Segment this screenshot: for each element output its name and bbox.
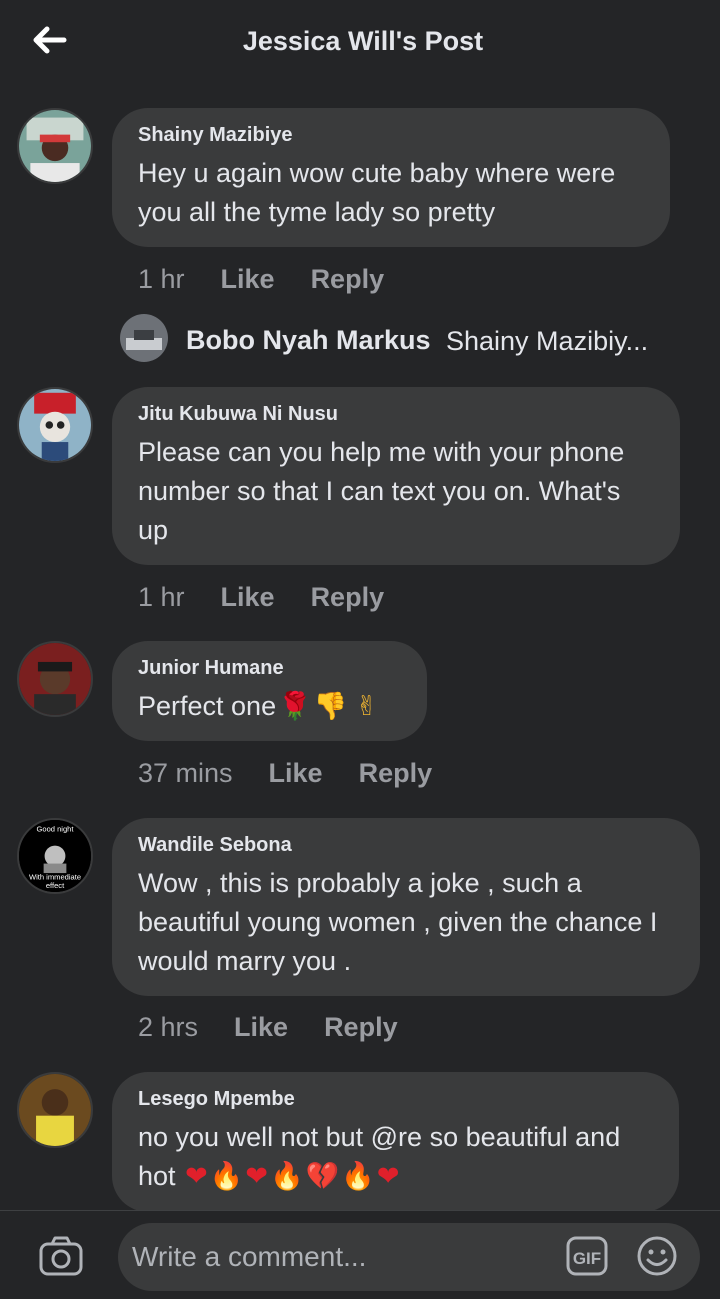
like-button[interactable]: Like [221, 582, 275, 613]
comment-bubble[interactable]: Shainy Mazibiye Hey u again wow cute bab… [112, 108, 670, 247]
fire-emoji: 🔥 [209, 1161, 244, 1192]
comment-time: 37 mins [138, 758, 233, 788]
comment-author[interactable]: Shainy Mazibiye [138, 124, 644, 147]
red-heart-emoji: ❤ [185, 1161, 208, 1192]
reply-text: Shainy Mazibiy... [446, 326, 649, 356]
comment-author[interactable]: Lesego Mpembe [138, 1088, 653, 1111]
avatar[interactable] [17, 387, 93, 463]
comment-author[interactable]: Junior Humane [138, 657, 401, 680]
comment-time: 2 hrs [138, 1012, 199, 1042]
comment-author[interactable]: Wandile Sebona [138, 834, 674, 857]
gif-label: GIF [573, 1249, 601, 1268]
comment-meta: 2 hrs Like Reply [138, 1012, 398, 1043]
comment-meta: 1 hr Like Reply [138, 582, 384, 613]
avatar-caption: Good night [36, 824, 74, 833]
comment-meta: 1 hr Like Reply [138, 264, 384, 295]
reply-button[interactable]: Reply [324, 1012, 398, 1043]
comment-input-placeholder: Write a comment... [132, 1241, 367, 1272]
comment-bubble[interactable]: Lesego Mpembe no you well not but @re so… [112, 1072, 679, 1212]
comment-text: Wow , this is probably a joke , such a b… [138, 868, 658, 976]
avatar[interactable] [17, 1072, 93, 1148]
broken-heart-emoji: 💔 [305, 1161, 340, 1192]
avatar[interactable] [17, 641, 93, 717]
avatar[interactable] [17, 108, 93, 184]
comment-input[interactable]: Write a comment... GIF [118, 1223, 700, 1291]
thumbs-down-emoji: 👎 [313, 691, 348, 722]
comment-time: 1 hr [138, 582, 185, 612]
comment-composer: Write a comment... GIF [0, 1210, 720, 1299]
comment-text: Hey u again wow cute baby where were you… [138, 158, 616, 227]
fire-emoji: 🔥 [269, 1161, 304, 1192]
rose-emoji: 🌹 [278, 691, 312, 722]
avatar-caption: effect [46, 881, 65, 890]
comment-time: 1 hr [138, 264, 185, 294]
like-button[interactable]: Like [269, 758, 323, 789]
like-button[interactable]: Like [221, 264, 275, 295]
red-heart-emoji: ❤ [376, 1161, 400, 1192]
like-button[interactable]: Like [234, 1012, 288, 1043]
page-title: Jessica Will's Post [242, 26, 484, 56]
reply-button[interactable]: Reply [311, 582, 385, 613]
comment-author[interactable]: Jitu Kubuwa Ni Nusu [138, 403, 654, 426]
comment-text: Please can you help me with your phone n… [138, 437, 625, 545]
fire-emoji: 🔥 [341, 1161, 375, 1192]
comment-bubble[interactable]: Wandile Sebona Wow , this is probably a … [112, 818, 700, 996]
comment-text: Perfect one [138, 691, 277, 721]
victory-hand-emoji: ✌ [355, 691, 378, 722]
gif-button[interactable]: GIF [566, 1236, 608, 1276]
red-heart-emoji: ❤ [245, 1161, 268, 1192]
reply-button[interactable]: Reply [359, 758, 433, 789]
camera-icon[interactable] [38, 1233, 84, 1279]
comment-bubble[interactable]: Junior Humane Perfect one🌹👎 ✌ [112, 641, 427, 741]
emoji-icon[interactable] [636, 1235, 678, 1277]
avatar[interactable]: Good night With immediate effect [17, 818, 93, 894]
comment-bubble[interactable]: Jitu Kubuwa Ni Nusu Please can you help … [112, 387, 680, 565]
avatar [120, 314, 168, 362]
top-bar: Jessica Will's Post [0, 0, 720, 90]
reply-author[interactable]: Bobo Nyah Markus [186, 325, 431, 356]
reply-button[interactable]: Reply [311, 264, 385, 295]
comment-meta: 37 mins Like Reply [138, 758, 432, 789]
